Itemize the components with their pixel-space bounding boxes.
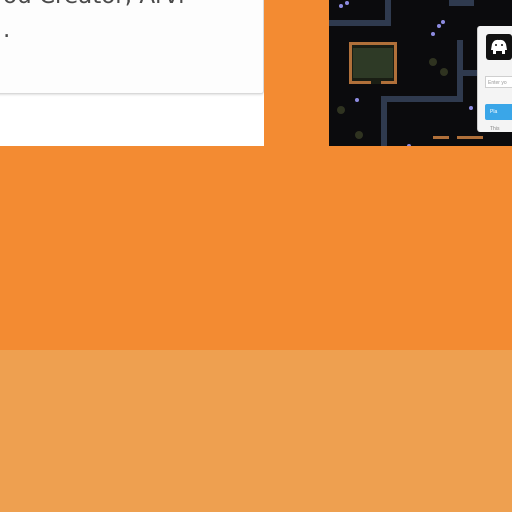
play-button[interactable]: Pla	[485, 104, 512, 120]
username-input[interactable]: Enter yo	[485, 76, 512, 88]
quote-text: ou Creator, Arvi .	[3, 0, 253, 47]
login-card: Enter yo Pla This	[477, 26, 512, 132]
orange-section	[0, 146, 512, 350]
quote-line-2: .	[3, 17, 11, 43]
light-orange-section	[0, 350, 512, 512]
login-footer-text: This	[490, 126, 500, 132]
game-screenshot: Enter yo Pla This	[329, 0, 512, 146]
testimonial-panel: ou Creator, Arvi .	[0, 0, 264, 146]
pig-icon	[486, 34, 512, 60]
quote-card: ou Creator, Arvi .	[0, 0, 264, 94]
quote-line-1: ou Creator, Arvi	[3, 0, 253, 13]
